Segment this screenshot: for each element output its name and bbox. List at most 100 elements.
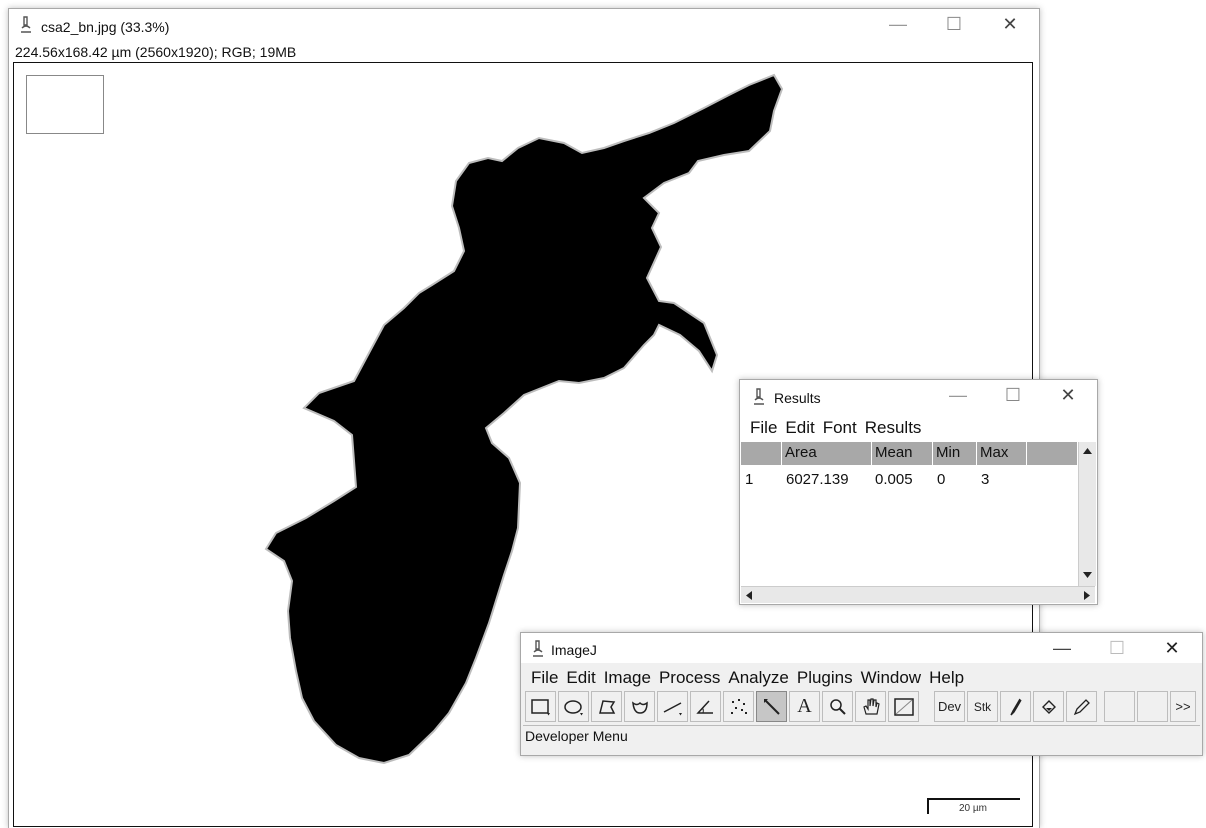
menu-results[interactable]: Results xyxy=(865,418,930,438)
close-icon: ✕ xyxy=(1164,637,1180,658)
cell-min: 0 xyxy=(937,471,946,488)
text-tool[interactable]: A xyxy=(789,691,820,722)
menu-edit[interactable]: Edit xyxy=(566,668,603,688)
freehand-tool[interactable] xyxy=(624,691,655,722)
triangle-left-icon xyxy=(746,590,752,600)
wand-icon xyxy=(763,698,780,715)
scroll-right-button[interactable] xyxy=(1079,587,1095,603)
column-header-area[interactable]: Area xyxy=(785,444,817,461)
maximize-icon: ☐ xyxy=(945,13,963,34)
pencil-tool[interactable] xyxy=(1066,691,1097,722)
column-header-min[interactable]: Min xyxy=(936,444,960,461)
vertical-scrollbar[interactable] xyxy=(1078,442,1096,586)
hand-icon xyxy=(862,697,880,715)
empty-tool-slot[interactable] xyxy=(1104,691,1135,722)
results-window-title: Results xyxy=(774,390,821,406)
menu-window[interactable]: Window xyxy=(861,668,929,688)
polygon-icon xyxy=(598,699,615,714)
close-icon: ✕ xyxy=(1060,384,1076,405)
triangle-right-icon xyxy=(1084,590,1090,600)
menu-process[interactable]: Process xyxy=(659,668,728,688)
column-divider xyxy=(1026,442,1027,465)
flood-fill-tool[interactable] xyxy=(1033,691,1064,722)
dev-label: Dev xyxy=(937,699,962,714)
stk-label: Stk xyxy=(973,699,992,714)
row-index: 1 xyxy=(745,471,754,488)
maximize-button[interactable]: ☐ xyxy=(990,380,1036,410)
menu-analyze[interactable]: Analyze xyxy=(728,668,796,688)
wand-tool[interactable] xyxy=(756,691,787,722)
column-divider xyxy=(871,442,872,465)
microscope-icon xyxy=(21,16,31,33)
image-window-title: csa2_bn.jpg (33.3%) xyxy=(41,19,170,35)
maximize-button[interactable]: ☐ xyxy=(931,9,977,39)
developer-menu-tool[interactable]: Dev xyxy=(934,691,965,722)
rectangle-tool[interactable] xyxy=(525,691,556,722)
rectangle-icon xyxy=(530,698,550,715)
scale-bar-tick xyxy=(927,798,929,814)
close-button[interactable]: ✕ xyxy=(1149,633,1195,663)
table-row[interactable]: 1 6027.139 0.005 0 3 xyxy=(741,467,1077,489)
freehand-icon xyxy=(631,700,648,714)
more-tools-button[interactable]: >> xyxy=(1170,691,1196,722)
magnifier-icon xyxy=(829,698,846,715)
cell-area: 6027.139 xyxy=(786,471,849,488)
image-window-titlebar[interactable]: csa2_bn.jpg (33.3%) — ☐ ✕ xyxy=(9,9,1039,39)
column-divider xyxy=(781,442,782,465)
imagej-window: ImageJ — ☐ ✕ File Edit Image Process Ana… xyxy=(520,632,1203,756)
line-icon xyxy=(663,701,682,715)
scroll-down-button[interactable] xyxy=(1079,566,1096,583)
point-tool[interactable] xyxy=(723,691,754,722)
image-info: 224.56x168.42 µm (2560x1920); RGB; 19MB xyxy=(15,44,297,60)
status-bar: Developer Menu xyxy=(523,725,1200,748)
multipoint-icon xyxy=(730,698,747,714)
microscope-icon xyxy=(754,388,764,405)
results-menubar: File Edit Font Results xyxy=(750,418,929,438)
maximize-button[interactable]: ☐ xyxy=(1094,633,1140,663)
minimize-icon: — xyxy=(889,13,907,34)
brush-icon xyxy=(1009,698,1022,715)
menu-file[interactable]: File xyxy=(750,418,785,438)
close-button[interactable]: ✕ xyxy=(987,9,1033,39)
column-divider xyxy=(932,442,933,465)
polygon-tool[interactable] xyxy=(591,691,622,722)
maximize-icon: ☐ xyxy=(1108,637,1126,658)
close-button[interactable]: ✕ xyxy=(1045,380,1091,410)
scroll-up-button[interactable] xyxy=(1079,442,1096,459)
minimize-button[interactable]: — xyxy=(875,9,921,39)
oval-tool[interactable] xyxy=(558,691,589,722)
pencil-icon xyxy=(1073,698,1090,715)
imagej-window-titlebar[interactable]: ImageJ — ☐ ✕ xyxy=(521,633,1202,663)
line-tool[interactable] xyxy=(657,691,688,722)
close-icon: ✕ xyxy=(1002,13,1018,34)
menu-image[interactable]: Image xyxy=(604,668,659,688)
magnifier-tool[interactable] xyxy=(822,691,853,722)
oval-icon xyxy=(563,699,583,715)
menu-edit[interactable]: Edit xyxy=(785,418,822,438)
color-picker-icon xyxy=(893,697,914,716)
menu-help[interactable]: Help xyxy=(929,668,972,688)
text-tool-label: A xyxy=(797,695,812,717)
menu-font[interactable]: Font xyxy=(823,418,865,438)
horizontal-scrollbar[interactable] xyxy=(741,586,1095,603)
angle-tool[interactable] xyxy=(690,691,721,722)
results-window-titlebar[interactable]: Results — ☐ ✕ xyxy=(740,380,1097,410)
color-picker-tool[interactable] xyxy=(888,691,919,722)
brush-tool[interactable] xyxy=(1000,691,1031,722)
cell-max: 3 xyxy=(981,471,990,488)
cell-mean: 0.005 xyxy=(875,471,913,488)
bucket-icon xyxy=(1041,699,1056,714)
column-header-mean[interactable]: Mean xyxy=(875,444,913,461)
minimize-button[interactable]: — xyxy=(935,380,981,410)
menu-plugins[interactable]: Plugins xyxy=(797,668,861,688)
stack-menu-tool[interactable]: Stk xyxy=(967,691,998,722)
results-table-header: Area Mean Min Max xyxy=(741,442,1077,465)
results-window: Results — ☐ ✕ File Edit Font Results Are… xyxy=(739,379,1098,605)
minimize-button[interactable]: — xyxy=(1039,633,1085,663)
menu-file[interactable]: File xyxy=(531,668,566,688)
hand-tool[interactable] xyxy=(855,691,886,722)
scroll-left-button[interactable] xyxy=(741,587,757,603)
empty-tool-slot[interactable] xyxy=(1137,691,1168,722)
scale-bar-label: 20 µm xyxy=(959,803,987,814)
column-header-max[interactable]: Max xyxy=(980,444,1008,461)
